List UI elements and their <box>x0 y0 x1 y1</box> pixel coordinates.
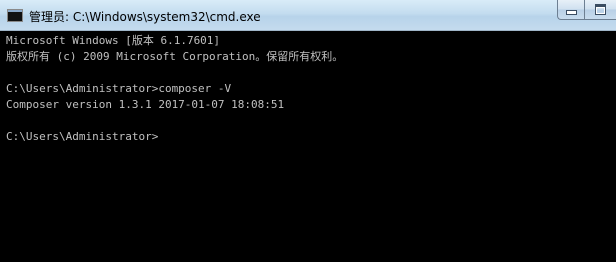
console-output[interactable]: Microsoft Windows [版本 6.1.7601] 版权所有 (c)… <box>0 31 616 262</box>
maximize-button[interactable] <box>584 0 616 20</box>
cmd-icon[interactable] <box>7 9 23 22</box>
console-line-copyright: 版权所有 (c) 2009 Microsoft Corporation。保留所有… <box>6 50 344 63</box>
console-line-version: Microsoft Windows [版本 6.1.7601] <box>6 34 221 47</box>
console-line-composer-version: Composer version 1.3.1 2017-01-07 18:08:… <box>6 98 285 111</box>
cmd-window: 管理员: C:\Windows\system32\cmd.exe Microso… <box>0 0 616 262</box>
minimize-button[interactable] <box>557 0 584 20</box>
console-line-command: C:\Users\Administrator>composer -V <box>6 82 232 95</box>
console-line-prompt[interactable]: C:\Users\Administrator> <box>6 130 158 144</box>
cmd-icon-title-strip <box>8 10 22 12</box>
maximize-icon <box>595 4 606 15</box>
title-bar[interactable]: 管理员: C:\Windows\system32\cmd.exe <box>0 0 616 31</box>
window-title: 管理员: C:\Windows\system32\cmd.exe <box>29 10 261 24</box>
minimize-icon <box>565 10 577 15</box>
